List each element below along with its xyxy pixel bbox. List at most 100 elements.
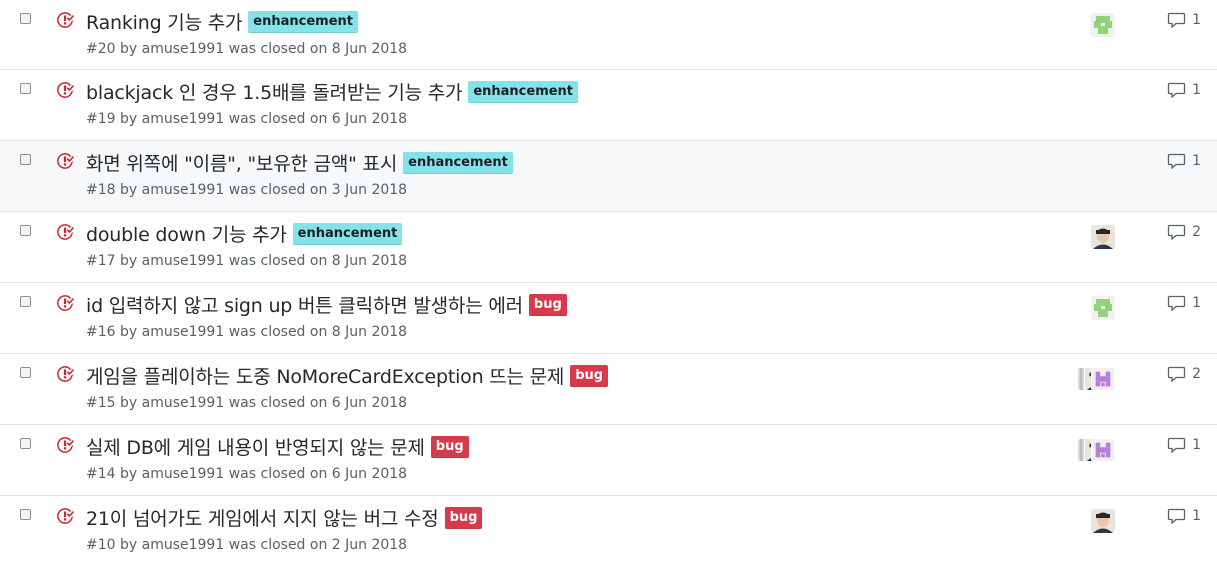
comment-count-link[interactable]: 1 xyxy=(1167,153,1201,169)
issue-checkbox[interactable] xyxy=(20,154,31,165)
issue-checkbox[interactable] xyxy=(20,13,31,24)
issue-label-bug[interactable]: bug xyxy=(430,435,469,458)
issue-title-link[interactable]: 21이 넘어가도 게임에서 지지 않는 버그 수정 xyxy=(86,504,439,531)
issue-title-link[interactable]: 실제 DB에 게임 내용이 반영되지 않는 문제 xyxy=(86,433,425,460)
comment-count: 1 xyxy=(1192,82,1201,98)
issue-closed-date: 2 Jun 2018 xyxy=(331,537,408,553)
issue-title-link[interactable]: id 입력하지 않고 sign up 버튼 클릭하면 발생하는 에러 xyxy=(86,291,523,318)
issue-meta: #17 by amuse1991 was closed on 8 Jun 201… xyxy=(86,253,407,269)
issue-label-bug[interactable]: bug xyxy=(528,293,567,316)
issue-meta: #20 by amuse1991 was closed on 8 Jun 201… xyxy=(86,41,407,57)
issue-meta: #18 by amuse1991 was closed on 3 Jun 201… xyxy=(86,182,407,198)
issue-meta: #15 by amuse1991 was closed on 6 Jun 201… xyxy=(86,395,407,411)
issue-closed-icon xyxy=(57,82,74,98)
issue-label-enhancement[interactable]: enhancement xyxy=(248,10,358,33)
issue-closed-text: was closed on xyxy=(228,395,328,411)
issue-by-text: by xyxy=(120,253,138,269)
issue-closed-date: 6 Jun 2018 xyxy=(331,111,408,127)
issue-meta: #16 by amuse1991 was closed on 8 Jun 201… xyxy=(86,324,407,340)
issue-closed-text: was closed on xyxy=(228,466,328,482)
issue-number: #19 xyxy=(86,111,116,127)
comment-count: 1 xyxy=(1192,12,1201,28)
issue-title-link[interactable]: 화면 위쪽에 "이름", "보유한 금액" 표시 xyxy=(86,149,397,176)
purple-identicon-avatar[interactable] xyxy=(1091,438,1115,462)
issue-label-enhancement[interactable]: enhancement xyxy=(292,222,403,245)
comment-count-link[interactable]: 1 xyxy=(1167,437,1201,453)
issue-author-link[interactable]: amuse1991 xyxy=(142,111,225,127)
issue-row[interactable]: 실제 DB에 게임 내용이 반영되지 않는 문제 bug #14 by amuse1… xyxy=(0,425,1217,496)
issue-author-link[interactable]: amuse1991 xyxy=(142,466,225,482)
issue-title-link[interactable]: 게임을 플레이하는 도중 NoMoreCardException 뜨는 문제 xyxy=(86,362,564,389)
issue-closed-icon xyxy=(57,12,74,28)
comment-count: 1 xyxy=(1192,153,1201,169)
issue-label-bug[interactable]: bug xyxy=(444,506,483,529)
issue-row[interactable]: 화면 위쪽에 "이름", "보유한 금액" 표시 enhancement #18 b… xyxy=(0,141,1217,212)
comment-count-link[interactable]: 2 xyxy=(1167,224,1201,240)
issue-checkbox[interactable] xyxy=(20,83,31,94)
issue-closed-date: 8 Jun 2018 xyxy=(331,253,408,269)
issue-author-link[interactable]: amuse1991 xyxy=(142,253,225,269)
issue-author-link[interactable]: amuse1991 xyxy=(142,182,225,198)
assignee-avatars xyxy=(1091,13,1115,37)
issue-closed-date: 6 Jun 2018 xyxy=(331,466,408,482)
issue-number: #10 xyxy=(86,537,116,553)
issue-checkbox[interactable] xyxy=(20,509,31,520)
purple-identicon-avatar[interactable] xyxy=(1091,367,1115,391)
issue-checkbox[interactable] xyxy=(20,367,31,378)
comment-count-link[interactable]: 2 xyxy=(1167,366,1201,382)
issue-meta: #19 by amuse1991 was closed on 6 Jun 201… xyxy=(86,111,407,127)
comment-icon xyxy=(1167,153,1186,169)
issue-title-line: id 입력하지 않고 sign up 버튼 클릭하면 발생하는 에러 bug xyxy=(86,291,567,318)
comment-icon xyxy=(1167,82,1186,98)
person-photo-avatar[interactable] xyxy=(1091,225,1115,249)
comment-count: 2 xyxy=(1192,366,1201,382)
issue-title-link[interactable]: Ranking 기능 추가 xyxy=(86,8,242,35)
comment-count: 1 xyxy=(1192,508,1201,524)
issue-author-link[interactable]: amuse1991 xyxy=(142,324,225,340)
issue-title-link[interactable]: blackjack 인 경우 1.5배를 돌려받는 기능 추가 xyxy=(86,78,463,105)
issue-author-link[interactable]: amuse1991 xyxy=(142,537,225,553)
issue-checkbox[interactable] xyxy=(20,225,31,236)
issue-title-line: Ranking 기능 추가 enhancement xyxy=(86,8,358,35)
comment-count-link[interactable]: 1 xyxy=(1167,508,1201,524)
issue-label-enhancement[interactable]: enhancement xyxy=(403,151,513,174)
comment-count: 2 xyxy=(1192,224,1201,240)
issue-row[interactable]: blackjack 인 경우 1.5배를 돌려받는 기능 추가 enhanceme… xyxy=(0,70,1217,141)
issue-author-link[interactable]: amuse1991 xyxy=(142,41,225,57)
issue-meta: #14 by amuse1991 was closed on 6 Jun 201… xyxy=(86,466,407,482)
person-photo-avatar[interactable] xyxy=(1091,509,1115,533)
assignee-avatars xyxy=(1091,225,1115,249)
comment-count-link[interactable]: 1 xyxy=(1167,295,1201,311)
issue-label-bug[interactable]: bug xyxy=(570,364,609,387)
comment-count-link[interactable]: 1 xyxy=(1167,12,1201,28)
issue-row[interactable]: 게임을 플레이하는 도중 NoMoreCardException 뜨는 문제 bu… xyxy=(0,354,1217,425)
issue-closed-date: 8 Jun 2018 xyxy=(331,41,408,57)
green-identicon-avatar[interactable] xyxy=(1091,296,1115,320)
issue-row[interactable]: Ranking 기능 추가 enhancement #20 by amuse1991… xyxy=(0,0,1217,70)
issue-author-link[interactable]: amuse1991 xyxy=(142,395,225,411)
issue-by-text: by xyxy=(120,182,138,198)
comment-count: 1 xyxy=(1192,437,1201,453)
green-identicon-avatar[interactable] xyxy=(1091,13,1115,37)
issue-title-line: double down 기능 추가 enhancement xyxy=(86,220,403,247)
issue-closed-text: was closed on xyxy=(228,111,328,127)
issue-list: Ranking 기능 추가 enhancement #20 by amuse1991… xyxy=(0,0,1217,567)
issue-by-text: by xyxy=(120,41,138,57)
issue-checkbox[interactable] xyxy=(20,438,31,449)
comment-icon xyxy=(1167,508,1186,524)
issue-by-text: by xyxy=(120,466,138,482)
comment-count-link[interactable]: 1 xyxy=(1167,82,1201,98)
issue-row[interactable]: double down 기능 추가 enhancement #17 by amuse… xyxy=(0,212,1217,283)
issue-label-enhancement[interactable]: enhancement xyxy=(468,80,579,103)
issue-closed-icon xyxy=(57,508,74,524)
assignee-avatars xyxy=(1077,367,1115,391)
issue-title-line: 실제 DB에 게임 내용이 반영되지 않는 문제 bug xyxy=(86,433,469,460)
issue-checkbox[interactable] xyxy=(20,296,31,307)
issue-title-link[interactable]: double down 기능 추가 xyxy=(86,220,287,247)
issue-title-line: 게임을 플레이하는 도중 NoMoreCardException 뜨는 문제 bu… xyxy=(86,362,609,389)
issue-row[interactable]: 21이 넘어가도 게임에서 지지 않는 버그 수정 bug #10 by amuse… xyxy=(0,496,1217,567)
issue-row[interactable]: id 입력하지 않고 sign up 버튼 클릭하면 발생하는 에러 bug #16… xyxy=(0,283,1217,354)
issue-number: #14 xyxy=(86,466,116,482)
comment-count: 1 xyxy=(1192,295,1201,311)
issue-closed-icon xyxy=(57,295,74,311)
